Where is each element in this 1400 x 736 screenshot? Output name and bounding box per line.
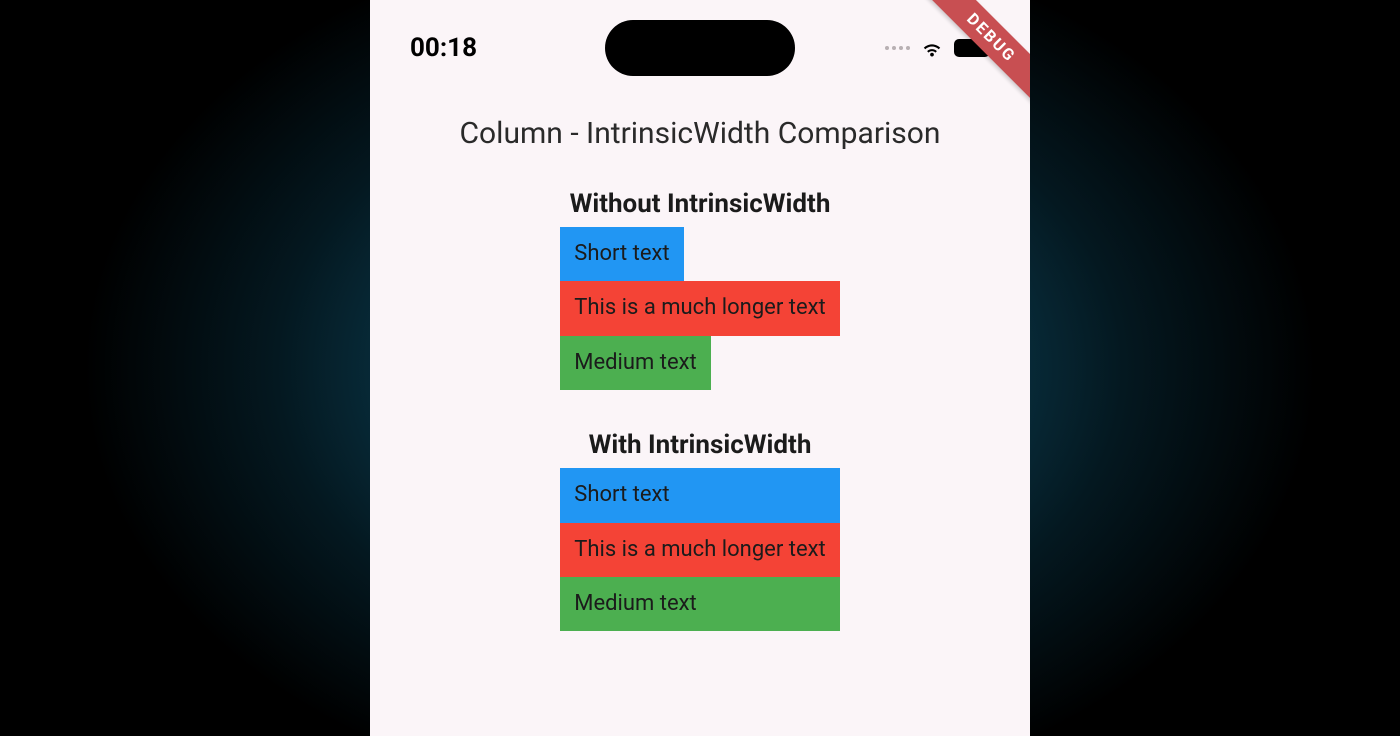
column-intrinsic: Short text This is a much longer text Me…	[560, 468, 839, 631]
section-with-intrinsic: With IntrinsicWidth Short text This is a…	[560, 430, 839, 631]
box-medium: Medium text	[560, 577, 839, 631]
wifi-icon	[920, 36, 944, 60]
status-bar: 00:18	[370, 18, 1030, 78]
box-long: This is a much longer text	[560, 281, 839, 335]
section-without-intrinsic: Without IntrinsicWidth Short text This i…	[560, 189, 839, 390]
column-no-intrinsic: Short text This is a much longer text Me…	[560, 227, 839, 390]
box-short: Short text	[560, 227, 683, 281]
box-medium: Medium text	[560, 336, 710, 390]
dynamic-island	[605, 20, 795, 76]
phone-screen: 00:18 DEBUG Column - IntrinsicWidth Comp…	[370, 0, 1030, 736]
status-time: 00:18	[410, 33, 477, 63]
box-short: Short text	[560, 468, 839, 522]
page-title: Column - IntrinsicWidth Comparison	[460, 116, 941, 151]
section-heading: With IntrinsicWidth	[589, 430, 812, 460]
cellular-dots-icon	[885, 46, 910, 50]
section-heading: Without IntrinsicWidth	[570, 189, 831, 219]
box-long: This is a much longer text	[560, 523, 839, 577]
app-content: Column - IntrinsicWidth Comparison Witho…	[370, 78, 1030, 671]
